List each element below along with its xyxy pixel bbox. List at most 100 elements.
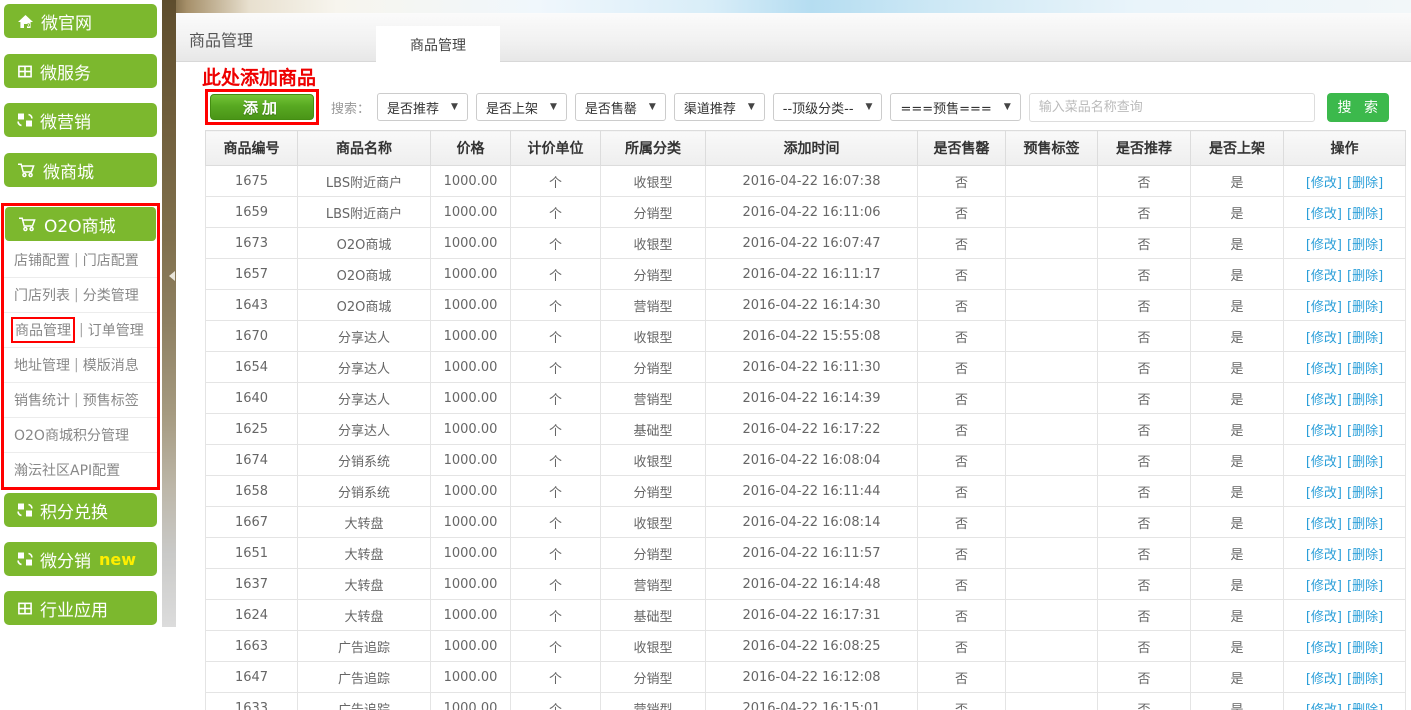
cell-unit: 个 bbox=[511, 507, 601, 538]
table-row: 1657O2O商城1000.00个分销型2016-04-22 16:11:17否… bbox=[206, 259, 1406, 290]
column-header-created-at: 添加时间 bbox=[706, 131, 918, 166]
delete-link[interactable]: [删除] bbox=[1347, 641, 1383, 656]
grid-icon bbox=[17, 601, 33, 616]
edit-link[interactable]: [修改] bbox=[1306, 517, 1342, 532]
sidebar-item-micro-marketing[interactable]: 微营销 bbox=[4, 103, 157, 137]
tab-product-management[interactable]: 商品管理 bbox=[376, 26, 500, 63]
cell-recommended: 否 bbox=[1098, 569, 1191, 600]
edit-link[interactable]: [修改] bbox=[1306, 238, 1342, 253]
table-row: 1643O2O商城1000.00个营销型2016-04-22 16:14:30否… bbox=[206, 290, 1406, 321]
cell-on-sale: 是 bbox=[1191, 662, 1284, 693]
submenu-item-product-management[interactable]: 商品管理|订单管理 bbox=[4, 312, 157, 347]
page-header-band: 商品管理 商品管理 bbox=[176, 13, 1411, 62]
cell-product-name: 分享达人 bbox=[298, 383, 431, 414]
submenu-item-sales-stats[interactable]: 销售统计|预售标签 bbox=[4, 382, 157, 417]
delete-link[interactable]: [删除] bbox=[1347, 424, 1383, 439]
sidebar-item-micro-service[interactable]: 微服务 bbox=[4, 54, 157, 88]
sidebar-item-points-exchange[interactable]: 积分兑换 bbox=[4, 493, 157, 527]
delete-link[interactable]: [删除] bbox=[1347, 579, 1383, 594]
submenu-highlight-box: 商品管理 bbox=[11, 317, 75, 343]
cell-on-sale: 是 bbox=[1191, 228, 1284, 259]
edit-link[interactable]: [修改] bbox=[1306, 641, 1342, 656]
category-filter[interactable]: --顶级分类--▼ bbox=[773, 93, 883, 121]
delete-link[interactable]: [删除] bbox=[1347, 176, 1383, 191]
edit-link[interactable]: [修改] bbox=[1306, 269, 1342, 284]
edit-link[interactable]: [修改] bbox=[1306, 362, 1342, 377]
submenu-item-store-list[interactable]: 门店列表|分类管理 bbox=[4, 277, 157, 312]
edit-link[interactable]: [修改] bbox=[1306, 424, 1342, 439]
delete-link[interactable]: [删除] bbox=[1347, 207, 1383, 222]
cell-product-name: 分销系统 bbox=[298, 445, 431, 476]
delete-link[interactable]: [删除] bbox=[1347, 672, 1383, 687]
submenu-item-shop-config[interactable]: 店铺配置|门店配置 bbox=[4, 242, 157, 277]
delete-link[interactable]: [删除] bbox=[1347, 300, 1383, 315]
cell-product-id: 1674 bbox=[206, 445, 298, 476]
cell-product-id: 1658 bbox=[206, 476, 298, 507]
submenu-item-address-management[interactable]: 地址管理|模版消息 bbox=[4, 347, 157, 382]
sidebar-item-o2o-mall[interactable]: O2O商城 bbox=[5, 207, 156, 241]
edit-link[interactable]: [修改] bbox=[1306, 579, 1342, 594]
new-badge: new bbox=[99, 550, 136, 569]
delete-link[interactable]: [删除] bbox=[1347, 703, 1383, 710]
cell-unit: 个 bbox=[511, 476, 601, 507]
edit-link[interactable]: [修改] bbox=[1306, 331, 1342, 346]
edit-link[interactable]: [修改] bbox=[1306, 486, 1342, 501]
cell-created-at: 2016-04-22 15:55:08 bbox=[706, 321, 918, 352]
cell-sold-out: 否 bbox=[918, 290, 1006, 321]
submenu-item-o2o-points[interactable]: O2O商城积分管理 bbox=[4, 417, 157, 452]
edit-link[interactable]: [修改] bbox=[1306, 300, 1342, 315]
delete-link[interactable]: [删除] bbox=[1347, 548, 1383, 563]
delete-link[interactable]: [删除] bbox=[1347, 610, 1383, 625]
boxes-icon bbox=[17, 551, 33, 567]
soldout-filter[interactable]: 是否售罄▼ bbox=[575, 93, 666, 121]
cell-product-id: 1651 bbox=[206, 538, 298, 569]
search-button[interactable]: 搜 索 bbox=[1327, 93, 1389, 122]
recommend-filter[interactable]: 是否推荐▼ bbox=[377, 93, 468, 121]
search-input[interactable] bbox=[1029, 93, 1315, 122]
edit-link[interactable]: [修改] bbox=[1306, 393, 1342, 408]
cell-price: 1000.00 bbox=[431, 197, 511, 228]
submenu-item-community-api[interactable]: 瀚沄社区API配置 bbox=[4, 452, 157, 487]
cell-recommended: 否 bbox=[1098, 445, 1191, 476]
delete-link[interactable]: [删除] bbox=[1347, 486, 1383, 501]
cell-on-sale: 是 bbox=[1191, 290, 1284, 321]
delete-link[interactable]: [删除] bbox=[1347, 362, 1383, 377]
cell-unit: 个 bbox=[511, 352, 601, 383]
presale-filter[interactable]: ===预售===▼ bbox=[890, 93, 1020, 121]
edit-link[interactable]: [修改] bbox=[1306, 672, 1342, 687]
edit-link[interactable]: [修改] bbox=[1306, 610, 1342, 625]
cell-actions: [修改] [删除] bbox=[1284, 476, 1406, 507]
edit-link[interactable]: [修改] bbox=[1306, 455, 1342, 470]
add-button-highlight-box: 添加 bbox=[205, 89, 319, 125]
sidebar-item-micro-site[interactable]: 微官网 bbox=[4, 4, 157, 38]
cell-product-id: 1625 bbox=[206, 414, 298, 445]
delete-link[interactable]: [删除] bbox=[1347, 393, 1383, 408]
cell-product-name: 大转盘 bbox=[298, 507, 431, 538]
column-header-unit: 计价单位 bbox=[511, 131, 601, 166]
sidebar-item-label: O2O商城 bbox=[44, 212, 116, 237]
grid-icon bbox=[17, 64, 33, 79]
cell-presale-tag bbox=[1006, 414, 1098, 445]
cart-icon bbox=[17, 162, 36, 178]
sidebar-item-micro-distribution[interactable]: 微分销new bbox=[4, 542, 157, 576]
edit-link[interactable]: [修改] bbox=[1306, 176, 1342, 191]
collapse-arrow-icon[interactable] bbox=[164, 271, 175, 281]
edit-link[interactable]: [修改] bbox=[1306, 703, 1342, 710]
cell-actions: [修改] [删除] bbox=[1284, 228, 1406, 259]
sidebar-item-industry-apps[interactable]: 行业应用 bbox=[4, 591, 157, 625]
table-row: 1640分享达人1000.00个营销型2016-04-22 16:14:39否否… bbox=[206, 383, 1406, 414]
add-button[interactable]: 添加 bbox=[210, 94, 314, 120]
edit-link[interactable]: [修改] bbox=[1306, 207, 1342, 222]
cell-actions: [修改] [删除] bbox=[1284, 166, 1406, 197]
channel-filter[interactable]: 渠道推荐▼ bbox=[674, 93, 765, 121]
onsale-filter[interactable]: 是否上架▼ bbox=[476, 93, 567, 121]
delete-link[interactable]: [删除] bbox=[1347, 517, 1383, 532]
cell-created-at: 2016-04-22 16:08:04 bbox=[706, 445, 918, 476]
delete-link[interactable]: [删除] bbox=[1347, 269, 1383, 284]
delete-link[interactable]: [删除] bbox=[1347, 455, 1383, 470]
delete-link[interactable]: [删除] bbox=[1347, 331, 1383, 346]
sidebar-item-label: 微营销 bbox=[40, 108, 91, 133]
delete-link[interactable]: [删除] bbox=[1347, 238, 1383, 253]
edit-link[interactable]: [修改] bbox=[1306, 548, 1342, 563]
sidebar-item-micro-mall[interactable]: 微商城 bbox=[4, 153, 157, 187]
